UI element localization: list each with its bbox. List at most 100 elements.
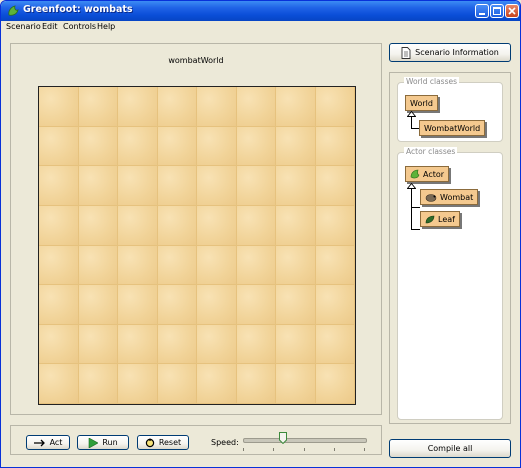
world-cell[interactable] — [78, 324, 118, 365]
world-cell[interactable] — [39, 126, 79, 167]
world-cell[interactable] — [78, 285, 118, 325]
world-cell[interactable] — [236, 205, 276, 246]
scenario-information-button[interactable]: Scenario Information — [389, 43, 511, 62]
world-cell[interactable] — [276, 324, 316, 365]
menu-controls[interactable]: Controls — [63, 22, 96, 31]
reset-label: Reset — [158, 438, 182, 447]
world-cell[interactable] — [157, 166, 197, 206]
world-cell[interactable] — [197, 285, 237, 325]
world-cell[interactable] — [39, 364, 79, 404]
maximize-button[interactable] — [490, 4, 504, 18]
inheritance-line — [411, 229, 420, 230]
world-cell[interactable] — [276, 364, 316, 404]
world-cell[interactable] — [315, 205, 355, 246]
world-cell[interactable] — [276, 205, 316, 246]
class-wombat[interactable]: Wombat — [420, 189, 479, 205]
world-cell[interactable] — [236, 285, 276, 325]
world-cell[interactable] — [157, 245, 197, 286]
menu-edit[interactable]: Edit — [42, 22, 58, 31]
world-cell[interactable] — [315, 126, 355, 167]
world-cell[interactable] — [315, 285, 355, 325]
reset-button[interactable]: Reset — [137, 435, 189, 450]
world-cell[interactable] — [118, 364, 158, 404]
world-cell[interactable] — [236, 166, 276, 206]
world-classes-group: World classes World WombatWorld — [397, 77, 503, 142]
speed-slider-thumb[interactable] — [279, 432, 288, 444]
world-cell[interactable] — [157, 126, 197, 167]
world-cell[interactable] — [197, 364, 237, 404]
world-cell[interactable] — [78, 166, 118, 206]
world-cell[interactable] — [315, 245, 355, 286]
world-cell[interactable] — [39, 245, 79, 286]
world-cell[interactable] — [157, 364, 197, 404]
world-cell[interactable] — [197, 166, 237, 206]
scenario-information-label: Scenario Information — [415, 48, 499, 57]
world-cell[interactable] — [39, 205, 79, 246]
close-button[interactable] — [505, 4, 519, 18]
world-cell[interactable] — [276, 285, 316, 325]
run-button[interactable]: Run — [77, 435, 129, 450]
class-world[interactable]: World — [405, 95, 438, 111]
world-cell[interactable] — [276, 166, 316, 206]
world-cell[interactable] — [39, 166, 79, 206]
window-title: Greenfoot: wombats — [23, 4, 133, 15]
world-cell[interactable] — [315, 324, 355, 365]
slider-tick — [334, 448, 335, 451]
minimize-button[interactable] — [475, 4, 489, 18]
world-classes-label: World classes — [404, 77, 460, 86]
world-cell[interactable] — [78, 87, 118, 127]
world-cell[interactable] — [118, 205, 158, 246]
world-cell[interactable] — [78, 205, 118, 246]
world-cell[interactable] — [197, 324, 237, 365]
compile-all-button[interactable]: Compile all — [389, 439, 511, 458]
world-cell[interactable] — [276, 87, 316, 127]
act-arrow-icon — [33, 439, 45, 446]
world-cell[interactable] — [197, 245, 237, 286]
world-cell[interactable] — [157, 205, 197, 246]
class-leaf[interactable]: Leaf — [420, 211, 460, 227]
world-cell[interactable] — [157, 87, 197, 127]
minimize-icon — [479, 13, 485, 15]
world-cell[interactable] — [197, 205, 237, 246]
class-actor[interactable]: Actor — [405, 166, 450, 182]
world-cell[interactable] — [315, 87, 355, 127]
world-cell[interactable] — [236, 245, 276, 286]
menu-scenario[interactable]: Scenario — [6, 22, 41, 31]
class-panel: Scenario Information World classes World… — [389, 43, 511, 427]
world-cell[interactable] — [315, 364, 355, 404]
inheritance-arrow-icon — [407, 111, 416, 117]
inheritance-line — [411, 207, 420, 208]
world-cell[interactable] — [197, 126, 237, 167]
world-cell[interactable] — [118, 166, 158, 206]
world-cell[interactable] — [276, 126, 316, 167]
world-cell[interactable] — [236, 364, 276, 404]
world-grid[interactable] — [38, 86, 356, 405]
world-cell[interactable] — [236, 87, 276, 127]
world-cell[interactable] — [39, 87, 79, 127]
world-cell[interactable] — [118, 324, 158, 365]
class-wombatworld[interactable]: WombatWorld — [419, 120, 486, 136]
world-cell[interactable] — [78, 245, 118, 286]
world-cell[interactable] — [78, 126, 118, 167]
world-cell[interactable] — [118, 126, 158, 167]
reset-icon — [145, 438, 155, 447]
world-cell[interactable] — [78, 364, 118, 404]
world-cell[interactable] — [315, 166, 355, 206]
world-cell[interactable] — [118, 285, 158, 325]
run-label: Run — [102, 438, 118, 447]
world-cell[interactable] — [39, 324, 79, 365]
world-cell[interactable] — [118, 87, 158, 127]
world-cell[interactable] — [197, 87, 237, 127]
title-bar[interactable]: Greenfoot: wombats — [1, 1, 520, 21]
world-cell[interactable] — [236, 324, 276, 365]
speed-slider-track[interactable] — [243, 438, 367, 443]
act-button[interactable]: Act — [26, 435, 70, 450]
world-cell[interactable] — [276, 245, 316, 286]
world-cell[interactable] — [157, 285, 197, 325]
menu-help[interactable]: Help — [97, 22, 115, 31]
world-cell[interactable] — [157, 324, 197, 365]
world-cell[interactable] — [118, 245, 158, 286]
world-cell[interactable] — [39, 285, 79, 325]
world-cell[interactable] — [236, 126, 276, 167]
slider-tick — [243, 448, 244, 451]
